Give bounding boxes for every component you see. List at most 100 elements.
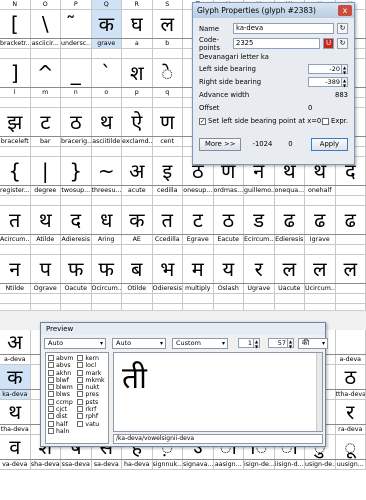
glyph-text-field[interactable]: की	[298, 337, 328, 349]
glyph-cell[interactable]: ण	[153, 108, 183, 136]
glyph-cell[interactable]	[336, 330, 366, 354]
size-spin-1-arrows[interactable]: ▲ ▼	[254, 338, 260, 349]
feature-item[interactable]: blwf	[48, 376, 73, 384]
feature-checkbox[interactable]	[77, 362, 84, 369]
preview-title[interactable]: Preview	[41, 323, 325, 335]
codepoints-field[interactable]: 2325	[233, 38, 320, 49]
glyph-cell[interactable]: र	[336, 400, 366, 424]
glyph-cell[interactable]: घ	[122, 10, 153, 38]
close-icon[interactable]: x	[338, 5, 352, 16]
glyph-cell[interactable]: ठ	[336, 365, 366, 389]
refresh-name-icon[interactable]: ↻	[337, 23, 348, 34]
glyph-cell[interactable]: ढ	[336, 206, 366, 234]
size-spin-1[interactable]: 1	[238, 338, 254, 348]
glyph-cell[interactable]: क	[91, 10, 122, 38]
glyph-cell[interactable]: |	[31, 157, 61, 185]
feature-checkbox[interactable]	[48, 427, 54, 434]
glyph-cell[interactable]: {	[0, 157, 31, 185]
size-spin-2-arrows[interactable]: ▲ ▼	[288, 338, 294, 349]
glyph-cell[interactable]: ब	[122, 255, 153, 283]
glyph-cell[interactable]: \	[31, 10, 61, 38]
glyph-cell[interactable]: ढ	[305, 206, 336, 234]
glyph-cell[interactable]: ट	[183, 206, 214, 234]
glyph-cell[interactable]: ]	[0, 59, 31, 87]
name-field[interactable]: ka-deva	[233, 23, 334, 34]
expr-checkbox[interactable]	[322, 117, 330, 125]
glyph-cell[interactable]: थ	[31, 206, 61, 234]
feature-checkbox[interactable]	[48, 406, 54, 413]
glyph-cell[interactable]: ऐ	[122, 108, 153, 136]
feature-checkbox[interactable]	[48, 413, 54, 420]
dialog-title-bar[interactable]: Glyph Properties (glyph #2383) x	[193, 3, 354, 18]
glyph-cell[interactable]: ल	[305, 255, 336, 283]
feature-item[interactable]: mark	[77, 369, 104, 377]
feature-item[interactable]: rkrf	[77, 406, 104, 413]
glyph-cell[interactable]: `	[92, 59, 122, 87]
feature-item[interactable]: half	[48, 420, 73, 428]
feature-item[interactable]: abvm	[48, 355, 73, 362]
feature-checkbox[interactable]	[48, 398, 54, 405]
feature-item[interactable]: mkmk	[77, 376, 105, 384]
refresh-codepoints-icon[interactable]: ↻	[337, 38, 348, 49]
feature-checkbox[interactable]	[77, 391, 84, 398]
glyph-cell[interactable]: ड	[244, 206, 275, 234]
more-button[interactable]: More >>	[199, 137, 242, 151]
glyph-cell[interactable]: य	[214, 255, 244, 283]
glyph-cell[interactable]: अ	[122, 157, 153, 185]
feature-checkbox[interactable]	[48, 384, 54, 391]
glyph-cell[interactable]: व	[0, 435, 31, 459]
feature-item[interactable]: akhn	[48, 369, 73, 377]
glyph-cell[interactable]: ~	[92, 157, 122, 185]
glyph-cell[interactable]: इ	[153, 157, 183, 185]
feature-checkbox[interactable]	[48, 420, 54, 427]
feature-checkbox[interactable]	[48, 376, 54, 383]
rsb-input[interactable]: -389	[308, 77, 342, 87]
language-dropdown[interactable]: Auto	[112, 337, 166, 349]
glyph-cell[interactable]: ठ	[214, 206, 244, 234]
rsb-spinner-arrows[interactable]: ▲ ▼	[342, 77, 348, 88]
glyph-cell[interactable]: फ	[92, 255, 122, 283]
feature-checkbox[interactable]	[77, 398, 84, 405]
feature-checkbox[interactable]	[77, 376, 84, 383]
glyph-cell[interactable]: _	[61, 59, 92, 87]
glyph-cell[interactable]: क	[0, 365, 31, 389]
glyph-cell[interactable]: प	[31, 255, 61, 283]
glyph-cell[interactable]: ढ	[275, 206, 305, 234]
glyph-cell[interactable]: ल	[336, 255, 366, 283]
glyph-cell[interactable]: ठ	[61, 108, 92, 136]
feature-checkbox[interactable]	[77, 369, 84, 376]
feature-item[interactable]: locl	[77, 362, 104, 369]
glyph-cell[interactable]: त	[153, 206, 183, 234]
glyph-cell[interactable]: ध	[92, 206, 122, 234]
feature-checkbox[interactable]	[48, 391, 54, 398]
glyph-cell[interactable]: थ	[92, 108, 122, 136]
glyph-cell[interactable]: श	[122, 59, 153, 87]
feature-item[interactable]: blwm	[48, 384, 73, 391]
feature-item[interactable]: dist	[48, 413, 73, 420]
glyph-cell[interactable]: ^	[31, 59, 61, 87]
feature-checkbox[interactable]	[77, 420, 84, 427]
feature-checkbox[interactable]	[77, 413, 84, 420]
feature-item[interactable]: blws	[48, 391, 73, 398]
glyph-path-field[interactable]: /ka-deva/vowelsignii-deva	[113, 434, 323, 444]
feature-item[interactable]: nukt	[77, 384, 104, 391]
lsb-input[interactable]: -20	[308, 64, 342, 74]
feature-checkbox[interactable]	[77, 406, 84, 413]
feature-checkbox[interactable]	[77, 355, 84, 361]
glyph-cell[interactable]: त	[0, 206, 31, 234]
glyph-cell[interactable]: ट	[31, 108, 61, 136]
glyph-cell[interactable]: म	[183, 255, 214, 283]
glyph-cell[interactable]: ̃	[61, 10, 92, 38]
glyph-cell[interactable]: [	[0, 10, 31, 38]
feature-item[interactable]: psts	[77, 398, 104, 406]
glyph-cell[interactable]: झ	[0, 108, 31, 136]
glyph-cell[interactable]: न	[0, 255, 31, 283]
feature-item[interactable]: abvs	[48, 362, 73, 369]
glyph-cell[interactable]: भ	[153, 255, 183, 283]
mode-dropdown[interactable]: Custom	[172, 337, 228, 349]
glyph-cell[interactable]: ल	[153, 10, 183, 38]
set-lsb-checkbox[interactable]: ✓	[199, 117, 206, 125]
glyph-cell[interactable]: क	[122, 206, 153, 234]
lsb-spinner-arrows[interactable]: ▲ ▼	[342, 64, 348, 75]
apply-button[interactable]: Apply	[310, 137, 348, 151]
